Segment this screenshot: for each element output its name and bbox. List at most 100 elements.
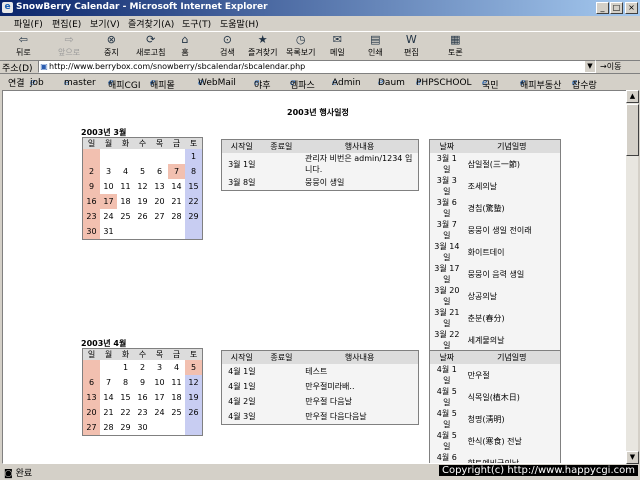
calendar-day[interactable]: 22 xyxy=(117,405,134,420)
maximize-button[interactable]: □ xyxy=(610,2,623,14)
toolbar-button-1[interactable]: ⇨ 앞으로 xyxy=(58,34,80,58)
calendar-day[interactable]: 16 xyxy=(134,390,151,405)
calendar-day[interactable]: 23 xyxy=(82,209,100,224)
anniversary-row[interactable]: 3월 21일 춘분(春分) xyxy=(429,307,561,329)
anniversary-row[interactable]: 3월 1일 삼일절(三一節) xyxy=(429,153,561,175)
calendar-day[interactable]: 27 xyxy=(151,209,168,224)
calendar-day[interactable]: 1 xyxy=(117,360,134,375)
calendar-day[interactable]: 2 xyxy=(82,164,100,179)
calendar-day[interactable]: 27 xyxy=(82,420,100,436)
toolbar-button-4[interactable]: ⌂ 홈 xyxy=(178,34,192,58)
anniversary-row[interactable]: 3월 14일 화이트데이 xyxy=(429,241,561,263)
calendar-day[interactable]: 5 xyxy=(185,360,203,375)
toolbar-button-11[interactable]: ▦ 토론 xyxy=(448,34,463,58)
calendar-day[interactable]: 30 xyxy=(82,224,100,240)
calendar-day[interactable]: 11 xyxy=(117,179,134,194)
anniversary-row[interactable]: 4월 1일 만우절 xyxy=(429,364,561,386)
calendar-day[interactable]: 26 xyxy=(185,405,203,420)
calendar-day[interactable]: 21 xyxy=(100,405,117,420)
calendar-day[interactable]: 30 xyxy=(134,420,151,436)
calendar-day[interactable]: 9 xyxy=(82,179,100,194)
address-input[interactable]: ▣http://www.berrybox.com/snowberry/sbcal… xyxy=(38,60,596,73)
calendar-day[interactable]: 15 xyxy=(117,390,134,405)
event-row[interactable]: 4월 2일 만우절 다음날 xyxy=(221,394,419,409)
calendar-day[interactable]: 15 xyxy=(185,179,203,194)
anniversary-row[interactable]: 4월 5일 한식(寒食) 전날 xyxy=(429,430,561,452)
close-button[interactable]: × xyxy=(625,2,638,14)
toolbar-button-7[interactable]: ◷ 목록보기 xyxy=(286,34,315,58)
calendar-day[interactable]: 22 xyxy=(185,194,203,209)
calendar-day[interactable]: 13 xyxy=(151,179,168,194)
calendar-day[interactable]: 26 xyxy=(134,209,151,224)
minimize-button[interactable]: _ xyxy=(596,2,609,14)
anniversary-row[interactable]: 3월 7일 뭉뭉이 생일 전이래 xyxy=(429,219,561,241)
toolbar-button-0[interactable]: ⇦ 뒤로 xyxy=(16,34,31,58)
anniversary-row[interactable]: 4월 5일 식목일(植木日) xyxy=(429,386,561,408)
anniversary-row[interactable]: 4월 6일향토예비군의날 xyxy=(429,452,561,463)
calendar-day[interactable]: 8 xyxy=(185,164,203,179)
event-row[interactable]: 4월 1일 만우절미라배.. xyxy=(221,379,419,394)
toolbar-button-5[interactable]: ⊙ 검색 xyxy=(220,34,235,58)
calendar-day[interactable]: 1 xyxy=(185,149,203,164)
calendar-day[interactable]: 21 xyxy=(168,194,185,209)
calendar-day[interactable]: 29 xyxy=(185,209,203,224)
toolbar-button-3[interactable]: ⟳ 새로고침 xyxy=(136,34,165,58)
calendar-day[interactable]: 2 xyxy=(134,360,151,375)
calendar-day[interactable]: 17 xyxy=(100,194,117,209)
calendar-day[interactable]: 10 xyxy=(100,179,117,194)
calendar-day[interactable]: 4 xyxy=(168,360,185,375)
calendar-day[interactable]: 28 xyxy=(100,420,117,436)
anniversary-row[interactable]: 3월 3일 조세의날 xyxy=(429,175,561,197)
calendar-day[interactable]: 4 xyxy=(117,164,134,179)
scroll-thumb[interactable] xyxy=(626,104,639,156)
calendar-day[interactable]: 19 xyxy=(134,194,151,209)
calendar-day[interactable]: 31 xyxy=(100,224,117,240)
calendar-day[interactable]: 7 xyxy=(100,375,117,390)
toolbar-button-9[interactable]: ▤ 인쇄 xyxy=(368,34,383,58)
calendar-day[interactable]: 17 xyxy=(151,390,168,405)
anniversary-row[interactable]: 3월 20일 상공의날 xyxy=(429,285,561,307)
calendar-day[interactable]: 19 xyxy=(185,390,203,405)
menu-file[interactable]: 파일(F) xyxy=(14,17,43,30)
calendar-day[interactable]: 18 xyxy=(168,390,185,405)
menu-favorites[interactable]: 즐겨찾기(A) xyxy=(128,17,174,30)
calendar-day[interactable]: 24 xyxy=(151,405,168,420)
calendar-day[interactable]: 14 xyxy=(168,179,185,194)
calendar-day[interactable]: 6 xyxy=(151,164,168,179)
event-row[interactable]: 3월 1일 관리자 비번은 admin/1234 입니다. xyxy=(221,153,419,175)
calendar-day[interactable]: 10 xyxy=(151,375,168,390)
event-row[interactable]: 4월 3일 만우절 다음다음날 xyxy=(221,409,419,425)
calendar-day[interactable]: 6 xyxy=(82,375,100,390)
calendar-day[interactable]: 13 xyxy=(82,390,100,405)
calendar-day[interactable]: 14 xyxy=(100,390,117,405)
calendar-day[interactable]: 12 xyxy=(134,179,151,194)
address-dropdown-icon[interactable]: ▼ xyxy=(585,61,595,72)
toolbar-button-2[interactable]: ⊗ 중지 xyxy=(104,34,119,58)
calendar-day[interactable]: 28 xyxy=(168,209,185,224)
calendar-day[interactable]: 25 xyxy=(117,209,134,224)
menu-help[interactable]: 도움말(H) xyxy=(220,17,259,30)
calendar-day[interactable]: 12 xyxy=(185,375,203,390)
calendar-day[interactable]: 3 xyxy=(100,164,117,179)
vertical-scrollbar[interactable]: ▲ ▼ xyxy=(626,90,639,464)
anniversary-row[interactable]: 4월 5일 청명(淸明) xyxy=(429,408,561,430)
calendar-day[interactable]: 20 xyxy=(151,194,168,209)
calendar-day[interactable]: 24 xyxy=(100,209,117,224)
menu-edit[interactable]: 편집(E) xyxy=(52,17,81,30)
calendar-day[interactable]: 20 xyxy=(82,405,100,420)
menu-tools[interactable]: 도구(T) xyxy=(182,17,211,30)
anniversary-row[interactable]: 3월 17일 뭉뭉이 음력 생일 xyxy=(429,263,561,285)
calendar-day[interactable]: 3 xyxy=(151,360,168,375)
scroll-up-icon[interactable]: ▲ xyxy=(626,90,639,103)
toolbar-button-10[interactable]: W 편집 xyxy=(404,34,419,58)
calendar-day[interactable]: 7 xyxy=(168,164,185,179)
calendar-day[interactable]: 18 xyxy=(117,194,134,209)
menu-view[interactable]: 보기(V) xyxy=(90,17,120,30)
event-row[interactable]: 3월 8일 뭉뭉이 생일 xyxy=(221,175,419,191)
calendar-day[interactable]: 11 xyxy=(168,375,185,390)
anniversary-row[interactable]: 3월 22일 세계물의날 xyxy=(429,329,561,351)
anniversary-row[interactable]: 3월 6일 경칩(驚蟄) xyxy=(429,197,561,219)
calendar-day[interactable]: 16 xyxy=(82,194,100,209)
calendar-day[interactable]: 9 xyxy=(134,375,151,390)
calendar-day[interactable]: 8 xyxy=(117,375,134,390)
